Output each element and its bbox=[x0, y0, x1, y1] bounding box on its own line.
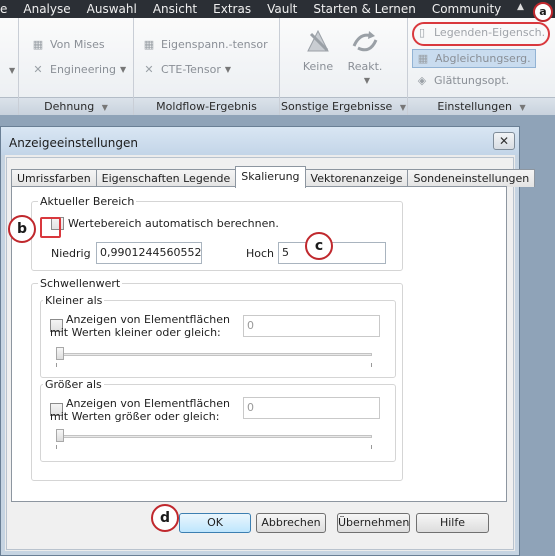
group-title-moldflow: Moldflow-Ergebnis bbox=[134, 97, 279, 115]
ribbon-minimize-icon[interactable]: ▲ bbox=[517, 2, 531, 14]
chevron-down-icon: ▼ bbox=[363, 76, 371, 85]
tab-sondeneinstellungen[interactable]: Sondeneinstellungen bbox=[407, 169, 536, 187]
groesser-als-label-line2: mit Werten größer oder gleich: bbox=[50, 410, 220, 423]
chevron-down-icon[interactable]: ▼ bbox=[519, 103, 525, 112]
hoch-label: Hoch bbox=[246, 247, 275, 260]
abbrechen-button[interactable]: Abbrechen bbox=[256, 513, 326, 533]
groesser-als-input[interactable]: 0 bbox=[243, 397, 380, 419]
kleiner-als-input[interactable]: 0 bbox=[243, 315, 380, 337]
tab-strip: Umrissfarben Eigenschaften Legende Skali… bbox=[11, 166, 536, 188]
tab-vektorenanzeige[interactable]: Vektorenanzeige bbox=[304, 169, 409, 187]
callout-b: b bbox=[8, 215, 36, 243]
tab-skalierung[interactable]: Skalierung bbox=[235, 166, 306, 188]
ribbon-group-sonstige: Keine Reakt. ▼ Sonstige Ergebnisse ▼ bbox=[280, 18, 408, 115]
kleiner-als-label-line1: Anzeigen von Elementflächen bbox=[66, 313, 230, 326]
aktueller-bereich-legend: Aktueller Bereich bbox=[38, 195, 137, 208]
groesser-als-label-line1: Anzeigen von Elementflächen bbox=[66, 397, 230, 410]
ribbon-group-moldflow: ▦ Eigenspann.-tensor ✕ CTE-Tensor ▼ Mold… bbox=[134, 18, 280, 115]
close-button[interactable]: ✕ bbox=[493, 132, 515, 150]
ribbon-menu-bar: e Analyse Auswahl Ansicht Extras Vault S… bbox=[0, 0, 555, 18]
chevron-down-icon: ▼ bbox=[120, 65, 127, 74]
glaettungsopt-button[interactable]: ◈ Glättungsopt. bbox=[415, 74, 509, 87]
cross-grid-icon: ✕ bbox=[144, 62, 154, 76]
menu-item-analyse[interactable]: Analyse bbox=[15, 2, 78, 16]
tab-umrissfarben[interactable]: Umrissfarben bbox=[11, 169, 97, 187]
dialog-client-area: Umrissfarben Eigenschaften Legende Skali… bbox=[6, 157, 536, 550]
no-result-icon bbox=[303, 26, 333, 56]
menu-item-vault[interactable]: Vault bbox=[259, 2, 305, 16]
smoothing-icon: ◈ bbox=[417, 73, 427, 87]
grid-icon: ▦ bbox=[32, 37, 44, 51]
menu-item-auswahl[interactable]: Auswahl bbox=[79, 2, 145, 16]
groesser-als-legend: Größer als bbox=[43, 378, 104, 391]
reaction-arrows-icon bbox=[350, 26, 380, 56]
menu-item-starten-lernen[interactable]: Starten & Lernen bbox=[305, 2, 423, 16]
kleiner-als-group: Kleiner als Anzeigen von Elementflächen … bbox=[40, 294, 396, 378]
menu-item-extras[interactable]: Extras bbox=[205, 2, 259, 16]
niedrig-label: Niedrig bbox=[51, 247, 91, 260]
engineering-button[interactable]: ✕ Engineering ▼ bbox=[31, 63, 126, 76]
groesser-als-group: Größer als Anzeigen von Elementflächen m… bbox=[40, 378, 396, 462]
groesser-als-slider[interactable] bbox=[56, 429, 372, 449]
group-title-sonstige: Sonstige Ergebnisse ▼ bbox=[280, 97, 407, 115]
menu-item-ansicht[interactable]: Ansicht bbox=[145, 2, 205, 16]
close-icon: ✕ bbox=[498, 134, 510, 148]
menu-item-partial[interactable]: e bbox=[0, 2, 15, 16]
grid-icon: ▦ bbox=[417, 51, 429, 65]
kleiner-als-slider[interactable] bbox=[56, 347, 372, 367]
callout-c: c bbox=[305, 232, 333, 260]
auto-range-label: Wertebereich automatisch berechnen. bbox=[68, 217, 279, 230]
schwellenwert-group: Schwellenwert Kleiner als Anzeigen von E… bbox=[31, 277, 403, 481]
group-title-einstellungen: Einstellungen ▼ bbox=[408, 97, 555, 115]
uebernehmen-button[interactable]: Übernehmen bbox=[337, 513, 410, 533]
dialog-title-bar[interactable]: Anzeigeeinstellungen bbox=[1, 127, 519, 155]
eigenspann-tensor-button[interactable]: ▦ Eigenspann.-tensor bbox=[142, 38, 268, 51]
aktueller-bereich-group: Aktueller Bereich Wertebereich automatis… bbox=[31, 195, 403, 271]
chevron-down-icon[interactable]: ▼ bbox=[9, 66, 15, 75]
highlight-auto-range-checkbox bbox=[40, 217, 61, 238]
skalierung-tab-panel: Aktueller Bereich Wertebereich automatis… bbox=[11, 186, 507, 502]
callout-d: d bbox=[151, 504, 179, 532]
callout-a: a bbox=[533, 2, 553, 22]
group-title-dehnung: Dehnung ▼ bbox=[19, 97, 133, 115]
ok-button[interactable]: OK bbox=[179, 513, 251, 533]
slider-thumb[interactable] bbox=[56, 429, 64, 442]
highlight-legenden-eigenschaften bbox=[412, 22, 550, 46]
niedrig-input[interactable]: 0,990124456055234 bbox=[96, 242, 202, 264]
chevron-down-icon[interactable]: ▼ bbox=[102, 103, 108, 112]
ribbon-group-partial: ▼ bbox=[0, 18, 19, 115]
dialog-title: Anzeigeeinstellungen bbox=[9, 136, 138, 150]
reakt-button[interactable]: Reakt. ▼ bbox=[342, 26, 388, 86]
kleiner-als-legend: Kleiner als bbox=[43, 294, 105, 307]
hilfe-button[interactable]: Hilfe bbox=[416, 513, 489, 533]
abgleichungserg-button[interactable]: ▦ Abgleichungserg. bbox=[412, 49, 536, 68]
cte-tensor-button[interactable]: ✕ CTE-Tensor ▼ bbox=[142, 63, 231, 76]
kleiner-als-label-line2: mit Werten kleiner oder gleich: bbox=[50, 326, 221, 339]
grid-icon: ▦ bbox=[143, 37, 155, 51]
keine-button[interactable]: Keine bbox=[298, 26, 338, 73]
von-mises-button[interactable]: ▦ Von Mises bbox=[31, 38, 105, 51]
menu-item-community[interactable]: Community bbox=[424, 2, 509, 16]
schwellenwert-legend: Schwellenwert bbox=[38, 277, 123, 290]
slider-thumb[interactable] bbox=[56, 347, 64, 360]
tab-eigenschaften-legende[interactable]: Eigenschaften Legende bbox=[95, 169, 237, 187]
anzeigeeinstellungen-dialog: Anzeigeeinstellungen ✕ Umrissfarben Eige… bbox=[0, 126, 536, 556]
cross-grid-icon: ✕ bbox=[33, 62, 43, 76]
ribbon-group-dehnung: ▦ Von Mises ✕ Engineering ▼ Dehnung ▼ bbox=[19, 18, 134, 115]
chevron-down-icon: ▼ bbox=[224, 65, 232, 74]
chevron-down-icon[interactable]: ▼ bbox=[400, 103, 406, 112]
